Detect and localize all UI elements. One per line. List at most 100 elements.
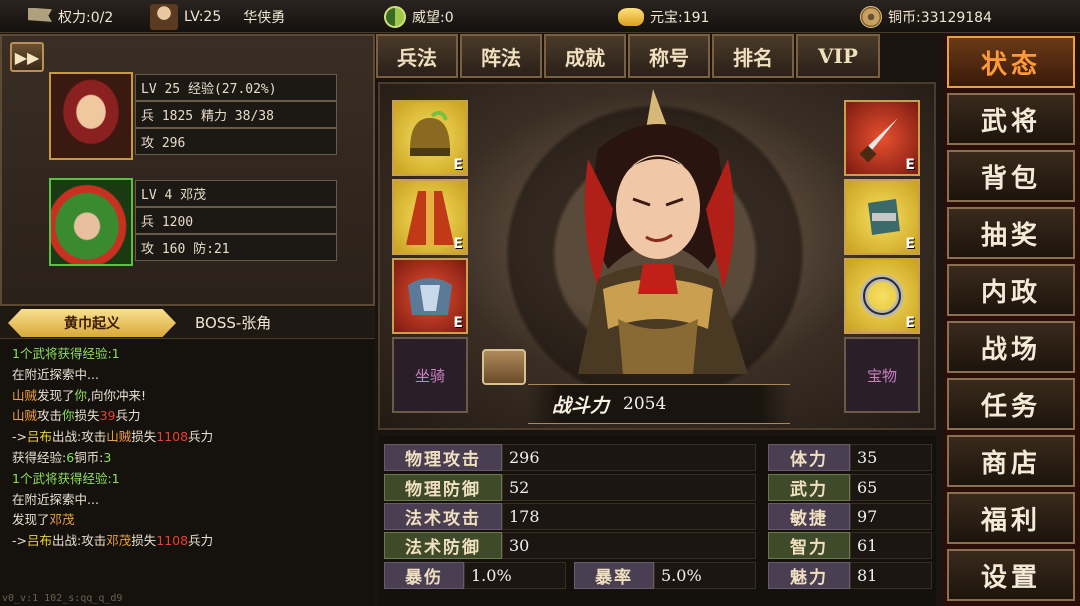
equip-slot-ring[interactable]: E: [844, 258, 920, 334]
log-segment: 发现了: [12, 512, 50, 528]
equip-slot-helmet[interactable]: E: [392, 100, 468, 176]
tab-zhenfa[interactable]: 阵法: [460, 34, 542, 78]
menu-welfare[interactable]: 福利: [947, 492, 1075, 544]
stat-intelligence: 智力 61: [768, 532, 932, 559]
stat-value: 296: [502, 444, 756, 471]
menu-internal-affairs[interactable]: 内政: [947, 264, 1075, 316]
menu-shop[interactable]: 商店: [947, 435, 1075, 487]
battle-log[interactable]: 1个武将获得经验:1 在附近探索中... 山贼发现了你,向你冲来! 山贼攻击你损失39…: [0, 340, 375, 606]
log-segment: 兵力: [188, 429, 214, 445]
stat-agility: 敏捷 97: [768, 503, 932, 530]
player-info[interactable]: LV:25 华侠勇: [150, 0, 285, 33]
log-line: 获得经验:6铜币:3: [12, 448, 375, 469]
treasure-chest-icon[interactable]: [482, 349, 526, 385]
log-segment: 出战:攻击: [52, 533, 107, 549]
stat-strength: 武力 65: [768, 474, 932, 501]
boss-label[interactable]: BOSS-张角: [195, 307, 271, 337]
log-segment: 损失: [131, 533, 157, 549]
copper-text: 铜币:33129184: [888, 9, 992, 26]
log-line: 在附近探索中...: [12, 490, 375, 511]
player-avatar-icon: [150, 3, 178, 30]
log-segment: 邓茂: [49, 512, 75, 528]
stat-crit-rate: 暴率 5.0%: [574, 562, 756, 589]
log-segment: 攻击: [37, 408, 63, 424]
log-segment: 1个武将获得经验:1: [12, 346, 120, 361]
tab-bingfa[interactable]: 兵法: [376, 34, 458, 78]
stat-value: 65: [850, 474, 932, 501]
menu-generals[interactable]: 武将: [947, 93, 1075, 145]
log-segment: 吕布: [26, 533, 52, 549]
log-line: ->吕布出战:攻击山贼损失1108兵力: [12, 427, 375, 448]
stat-value: 178: [502, 503, 756, 530]
flag-icon: [28, 7, 52, 22]
log-segment: 39: [99, 408, 116, 424]
log-line: 山贼发现了你,向你冲来!: [12, 386, 375, 407]
stat-value: 30: [502, 532, 756, 559]
player-name: 华侠勇: [243, 9, 286, 26]
fast-forward-button[interactable]: ▶▶: [10, 42, 44, 72]
equipped-badge: E: [905, 157, 915, 173]
equipped-badge: E: [905, 236, 915, 252]
log-segment: 损失: [74, 408, 100, 424]
menu-bag[interactable]: 背包: [947, 150, 1075, 202]
log-line: 在附近探索中...: [12, 365, 375, 386]
equip-slot-robe[interactable]: E: [392, 179, 468, 255]
menu-lottery[interactable]: 抽奖: [947, 207, 1075, 259]
stat-label: 武力: [768, 474, 850, 501]
stat-label: 法术攻击: [384, 503, 502, 530]
hero-portrait-icon[interactable]: [49, 178, 133, 266]
stat-label: 暴率: [574, 562, 654, 589]
stat-label: 物理攻击: [384, 444, 502, 471]
prestige-icon: [384, 5, 406, 28]
stat-value: 5.0%: [654, 562, 756, 589]
stat-label: 法术防御: [384, 532, 502, 559]
equip-slot-weapon[interactable]: E: [844, 100, 920, 176]
copper-indicator: 铜币:33129184: [860, 0, 992, 33]
tab-paiming[interactable]: 排名: [712, 34, 794, 78]
hero-portrait-icon[interactable]: [49, 72, 133, 160]
menu-battlefield[interactable]: 战场: [947, 321, 1075, 373]
tab-vip[interactable]: VIP: [796, 34, 880, 78]
treasure-slot[interactable]: 宝物: [844, 337, 920, 413]
log-segment: 损失: [131, 429, 157, 445]
tab-chengjiu[interactable]: 成就: [544, 34, 626, 78]
stat-label: 暴伤: [384, 562, 464, 589]
prestige-indicator: 威望:0: [384, 0, 454, 33]
stat-label: 敏捷: [768, 503, 850, 530]
combat-power-banner: 战斗力 2054: [528, 384, 790, 424]
log-line: 山贼攻击你损失39兵力: [12, 406, 375, 427]
menu-settings[interactable]: 设置: [947, 549, 1075, 601]
yuanbao-indicator[interactable]: 元宝:191: [618, 0, 709, 33]
chapter-bar: 黄巾起义 BOSS-张角: [0, 307, 375, 339]
log-segment: 兵力: [115, 408, 141, 424]
top-status-bar: 权力:0/2 LV:25 华侠勇 威望:0 元宝:191 铜币:33129184: [0, 0, 1080, 33]
chapter-tab[interactable]: 黄巾起义: [8, 309, 176, 337]
log-segment: ,向你冲来!: [87, 387, 147, 403]
stat-value: 61: [850, 532, 932, 559]
equipped-badge: E: [905, 315, 915, 331]
equip-slot-armor[interactable]: E: [392, 258, 468, 334]
log-segment: 铜币:: [74, 449, 104, 465]
stat-magic-attack: 法术攻击 178: [384, 503, 756, 530]
mount-slot[interactable]: 坐骑: [392, 337, 468, 413]
log-segment: 3: [103, 449, 112, 465]
stat-value: 35: [850, 444, 932, 471]
tab-chenghao[interactable]: 称号: [628, 34, 710, 78]
stat-charisma: 魅力 81: [768, 562, 932, 589]
stat-label: 魅力: [768, 562, 850, 589]
menu-status[interactable]: 状态: [947, 36, 1075, 88]
hero-card-dengmao[interactable]: LV 4 邓茂 兵 1200 攻 160 防:21: [49, 178, 339, 266]
log-segment: 1108: [156, 533, 189, 549]
log-line: 1个武将获得经验:1: [12, 344, 375, 365]
log-segment: 邓茂: [106, 533, 132, 549]
hero-card-lubu[interactable]: LV 25 经验(27.02%) 兵 1825 精力 38/38 攻 296: [49, 72, 339, 160]
log-line: ->吕布出战:攻击邓茂损失1108兵力: [12, 531, 375, 552]
hero-troops-energy: 兵 1825 精力 38/38: [135, 101, 337, 128]
menu-quests[interactable]: 任务: [947, 378, 1075, 430]
equip-slot-bracer[interactable]: E: [844, 179, 920, 255]
log-segment: 发现了: [37, 387, 75, 403]
log-segment: ->: [12, 533, 27, 549]
power-indicator[interactable]: 权力:0/2: [28, 0, 113, 33]
log-segment: 1个武将获得经验:1: [12, 470, 120, 486]
equipped-badge: E: [453, 315, 463, 331]
